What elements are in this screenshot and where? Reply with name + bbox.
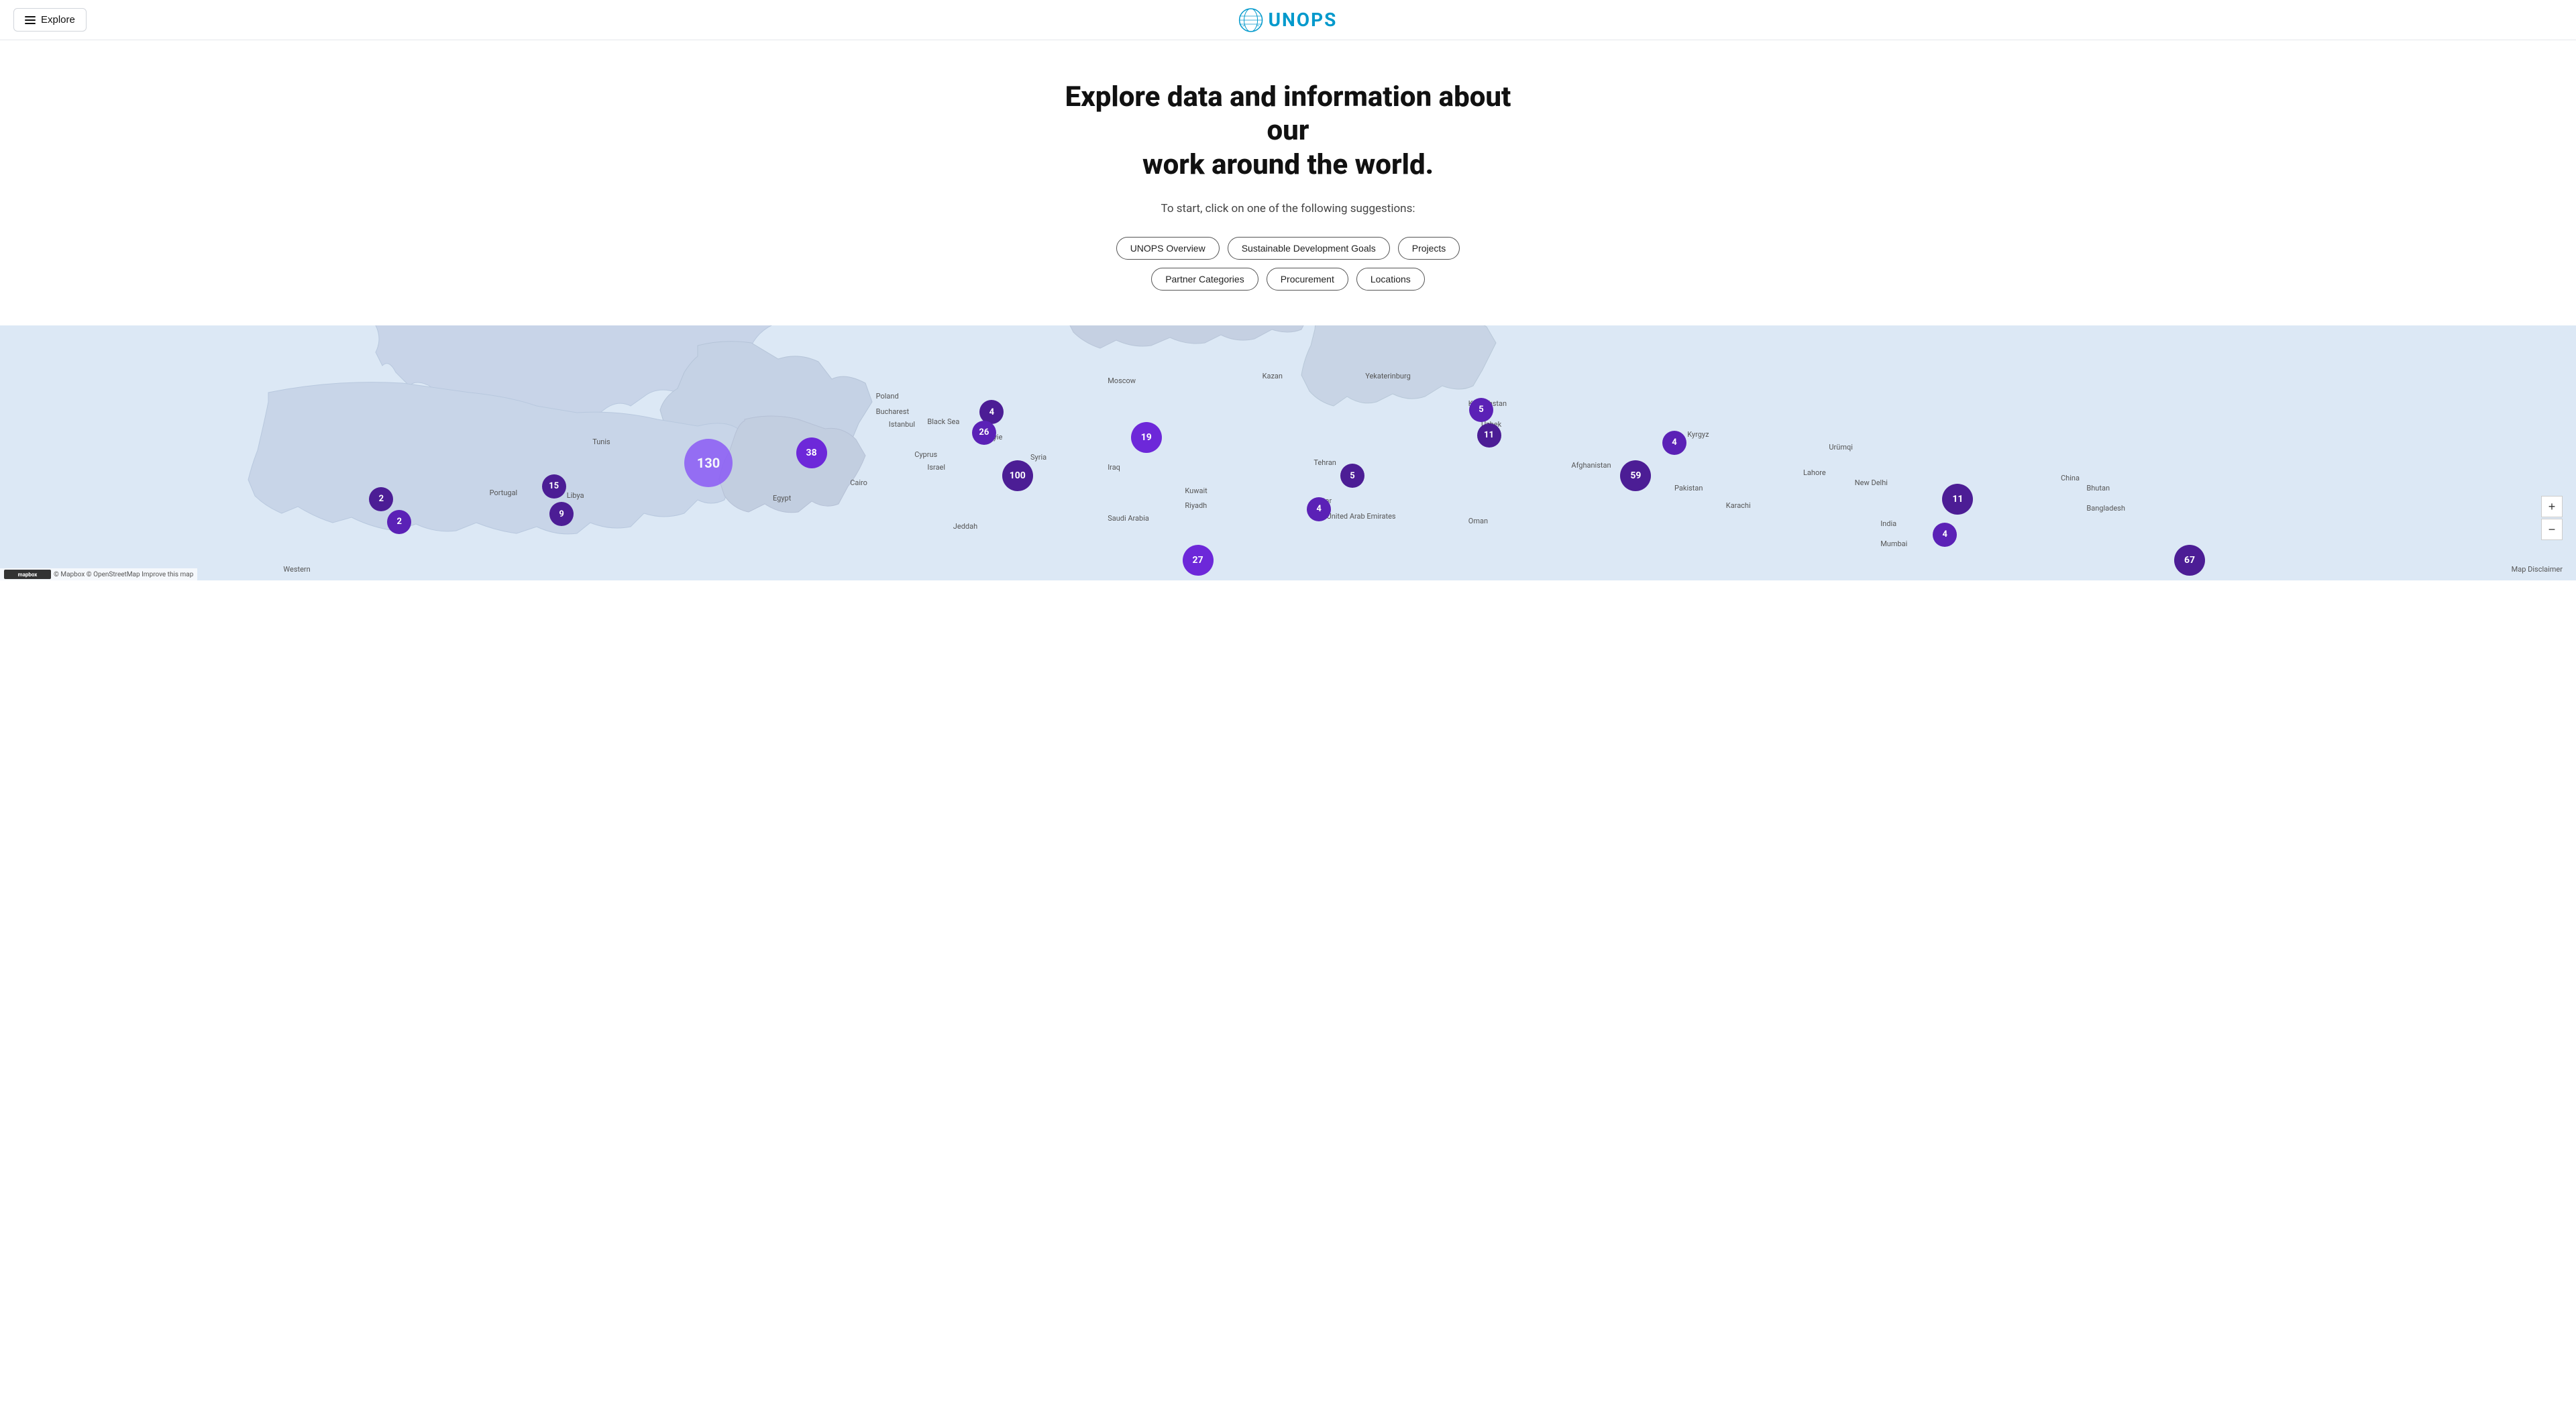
geo-label-kazan: Kazan bbox=[1263, 372, 1283, 380]
map-cluster-130[interactable]: 130 bbox=[684, 439, 733, 487]
suggestions-row-1: UNOPS Overview Sustainable Development G… bbox=[13, 237, 2563, 260]
geo-label-libya: Libya bbox=[567, 491, 584, 500]
geo-label-bangladesh: Bangladesh bbox=[2086, 504, 2125, 513]
map-cluster-67[interactable]: 67 bbox=[2174, 545, 2205, 576]
geo-label-jeddah: Jeddah bbox=[953, 522, 977, 531]
suggestion-unops-overview[interactable]: UNOPS Overview bbox=[1116, 237, 1220, 260]
explore-button[interactable]: Explore bbox=[13, 8, 87, 32]
map-cluster-4-uae[interactable]: 4 bbox=[1307, 497, 1331, 521]
geo-label-china: China bbox=[2061, 474, 2080, 482]
map-cluster-11-right[interactable]: 11 bbox=[1942, 484, 1973, 515]
geo-label-pakistan: Pakistan bbox=[1674, 484, 1703, 492]
geo-label-kuwait: Kuwait bbox=[1185, 486, 1207, 495]
map-cluster-19[interactable]: 19 bbox=[1131, 422, 1162, 453]
geo-label-portugal: Portugal bbox=[490, 488, 518, 497]
map-cluster-4-india[interactable]: 4 bbox=[1933, 523, 1957, 547]
suggestion-procurement[interactable]: Procurement bbox=[1267, 268, 1348, 291]
geo-label-cairo: Cairo bbox=[850, 478, 867, 487]
logo-text: UNOPS bbox=[1269, 9, 1338, 31]
zoom-in-button[interactable]: + bbox=[2541, 496, 2563, 517]
geo-label-istanbul: Istanbul bbox=[889, 420, 915, 429]
hamburger-icon bbox=[25, 16, 36, 24]
geo-label-poland: Poland bbox=[876, 392, 899, 401]
geo-label-western: Western bbox=[283, 565, 310, 574]
geo-label-india: India bbox=[1880, 519, 1896, 528]
geo-label-iraq: Iraq bbox=[1108, 463, 1120, 472]
explore-label: Explore bbox=[41, 14, 75, 25]
attribution-text[interactable]: © Mapbox © OpenStreetMap Improve this ma… bbox=[54, 571, 193, 578]
geo-label-new-delhi: New Delhi bbox=[1855, 478, 1888, 487]
map-controls: + − bbox=[2541, 496, 2563, 540]
map-cluster-2-upper[interactable]: 2 bbox=[369, 487, 393, 511]
map-cluster-2-bottom[interactable]: 2 bbox=[387, 510, 411, 534]
hero-section: Explore data and information about our w… bbox=[0, 40, 2576, 325]
geo-label-tunis: Tunis bbox=[592, 437, 610, 446]
geo-label-karachi: Karachi bbox=[1726, 501, 1751, 510]
un-globe-icon bbox=[1239, 8, 1263, 32]
suggestion-projects[interactable]: Projects bbox=[1398, 237, 1460, 260]
geo-label-egypt: Egypt bbox=[773, 494, 791, 503]
map-disclaimer[interactable]: Map Disclaimer bbox=[2512, 565, 2563, 574]
geo-label-tehran: Tehran bbox=[1313, 458, 1336, 467]
geo-label-lahore: Lahore bbox=[1803, 468, 1826, 477]
suggestion-partner-categories[interactable]: Partner Categories bbox=[1151, 268, 1258, 291]
geo-label-israel: Israel bbox=[927, 463, 945, 472]
geo-label-kyrgyz: Kyrgyz bbox=[1687, 430, 1709, 439]
suggestion-locations[interactable]: Locations bbox=[1356, 268, 1425, 291]
header: Explore UNOPS bbox=[0, 0, 2576, 40]
geo-label-oman: Oman bbox=[1468, 517, 1488, 525]
geo-label-bhutan: Bhutan bbox=[2086, 484, 2110, 492]
geo-label-moscow: Moscow bbox=[1108, 376, 1136, 385]
hero-subtitle: To start, click on one of the following … bbox=[13, 202, 2563, 215]
geo-label-saudi-arabia: Saudi Arabia bbox=[1108, 514, 1149, 523]
zoom-out-button[interactable]: − bbox=[2541, 519, 2563, 540]
mapbox-logo: mapbox bbox=[4, 570, 51, 579]
suggestions-row-2: Partner Categories Procurement Locations bbox=[13, 268, 2563, 291]
logo: UNOPS bbox=[1239, 8, 1338, 32]
geo-label-black-sea: Black Sea bbox=[927, 417, 959, 426]
geo-label-afghanistan: Afghanistan bbox=[1571, 461, 1611, 470]
hero-title: Explore data and information about our w… bbox=[1053, 81, 1523, 182]
suggestion-sdg[interactable]: Sustainable Development Goals bbox=[1228, 237, 1390, 260]
geo-label-yekaterinburg: Yekaterinburg bbox=[1365, 372, 1411, 380]
geo-label-bucharest: Bucharest bbox=[876, 407, 909, 416]
geo-label-cyprus: Cyprus bbox=[914, 450, 937, 459]
geo-label-uae: United Arab Emirates bbox=[1327, 512, 1396, 521]
map-cluster-100[interactable]: 100 bbox=[1002, 460, 1033, 491]
geo-label-syria: Syria bbox=[1030, 453, 1046, 462]
map-cluster-4-right[interactable]: 4 bbox=[1662, 431, 1686, 455]
map-cluster-27[interactable]: 27 bbox=[1183, 545, 1214, 576]
map-labels-container: Poland Bucharest Istanbul Türkyie Cyprus… bbox=[0, 325, 2576, 580]
map-cluster-38[interactable]: 38 bbox=[796, 437, 827, 468]
map-cluster-26[interactable]: 26 bbox=[972, 421, 996, 445]
map-attribution: mapbox © Mapbox © OpenStreetMap Improve … bbox=[0, 568, 197, 580]
geo-label-urumqi: Urümqi bbox=[1829, 443, 1853, 452]
geo-label-riyadh: Riyadh bbox=[1185, 501, 1207, 510]
geo-label-mumbai: Mumbai bbox=[1880, 539, 1907, 548]
map-section: Poland Bucharest Istanbul Türkyie Cyprus… bbox=[0, 325, 2576, 580]
map-cluster-5-top[interactable]: 5 bbox=[1469, 398, 1493, 422]
map-cluster-11-mid[interactable]: 11 bbox=[1477, 423, 1501, 448]
map-cluster-15[interactable]: 15 bbox=[542, 474, 566, 499]
